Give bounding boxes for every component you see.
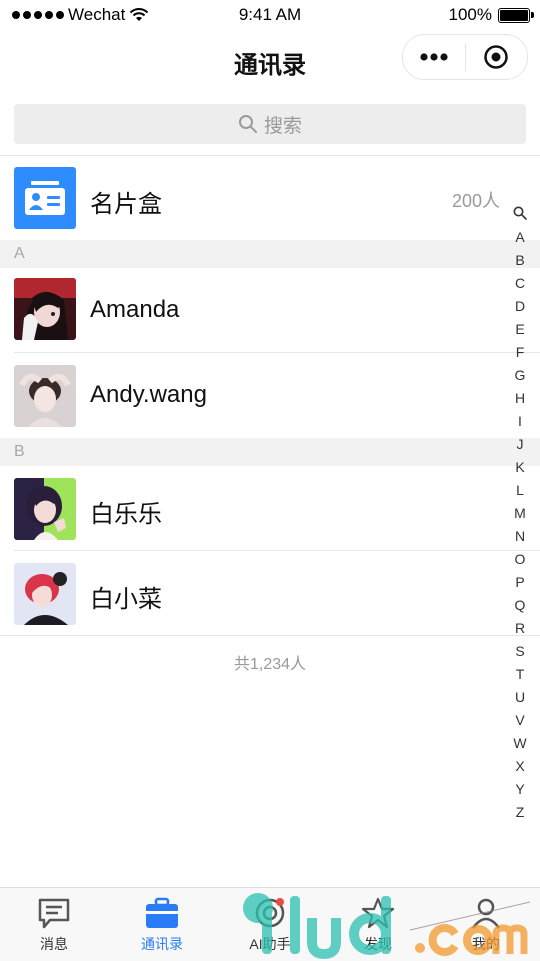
battery-percent: 100% [448, 5, 492, 24]
index-letter[interactable]: O [515, 548, 526, 571]
contact-name: Amanda [90, 296, 180, 323]
more-button[interactable] [403, 35, 465, 79]
index-letter[interactable]: Q [515, 594, 526, 617]
card-box-count: 200人 [451, 191, 500, 211]
discover-icon [361, 897, 395, 929]
index-letter[interactable]: P [515, 571, 524, 594]
battery-info: 100% [448, 5, 534, 25]
index-letter[interactable]: U [515, 686, 525, 709]
index-letter[interactable]: C [515, 272, 525, 295]
index-letter[interactable]: B [515, 249, 524, 272]
status-bar: Wechat 9:41 AM 100% [0, 0, 540, 30]
contact-name: Andy.wang [90, 381, 207, 408]
contact-row[interactable]: 白小菜 [0, 551, 540, 635]
index-letter[interactable]: E [515, 318, 524, 341]
index-letter[interactable]: Y [515, 778, 524, 801]
contact-card-icon [14, 167, 76, 229]
close-program-button[interactable] [466, 35, 528, 79]
index-letter[interactable]: X [515, 755, 524, 778]
target-circle-icon [484, 45, 508, 69]
index-letter[interactable]: L [516, 479, 524, 502]
section-header-b: B [0, 438, 540, 466]
tab-contacts[interactable]: 通讯录 [108, 888, 216, 961]
index-letter[interactable]: S [515, 640, 524, 663]
index-letter[interactable]: H [515, 387, 525, 410]
message-icon [38, 898, 70, 929]
tab-ai-assistant[interactable]: AI助手 [216, 888, 324, 961]
search-icon [238, 115, 257, 133]
ai-assistant-icon [255, 898, 285, 928]
contact-name: 白乐乐 [90, 501, 162, 528]
avatar [14, 278, 76, 340]
tab-bar: 消息 通讯录 AI助手 发现 我的 [0, 887, 540, 961]
index-letter[interactable]: V [515, 709, 524, 732]
navigation-bar: 通讯录 [0, 30, 540, 92]
card-box-label: 名片盒 [90, 191, 162, 218]
contact-row[interactable]: 白乐乐 [0, 466, 540, 551]
battery-icon [498, 7, 534, 23]
mini-program-capsule [402, 34, 528, 80]
index-letter[interactable]: A [515, 226, 524, 249]
tab-label: AI助手 [249, 936, 291, 952]
index-letter[interactable]: I [518, 410, 522, 433]
tab-label: 通讯录 [141, 936, 183, 952]
more-dots-icon [420, 53, 448, 61]
tab-profile[interactable]: 我的 [432, 888, 540, 961]
index-letter[interactable]: Z [516, 801, 525, 824]
tab-label: 发现 [364, 936, 392, 952]
total-count: 共1,234人 [233, 656, 307, 673]
index-letter[interactable]: G [515, 364, 526, 387]
section-header-a: A [0, 240, 540, 268]
avatar [14, 365, 76, 427]
tab-messages[interactable]: 消息 [0, 888, 108, 961]
search-icon[interactable] [513, 206, 527, 220]
index-letter[interactable]: D [515, 295, 525, 318]
tab-label: 我的 [472, 936, 500, 952]
index-letter[interactable]: R [515, 617, 525, 640]
index-letter[interactable]: T [516, 663, 525, 686]
index-letter[interactable]: N [515, 525, 525, 548]
profile-icon [471, 898, 501, 929]
card-box-row[interactable]: 名片盒 200人 [0, 156, 540, 240]
avatar [14, 478, 76, 540]
index-letter[interactable]: F [516, 341, 525, 364]
contact-name: 白小菜 [90, 586, 162, 613]
search-placeholder: 搜索 [263, 115, 302, 137]
alphabet-index[interactable]: ABCDEFGHIJKLMNOPQRSTUVWXYZ [510, 206, 530, 824]
list-end-divider [0, 635, 540, 636]
search-input[interactable]: 搜索 [14, 104, 526, 144]
avatar [14, 563, 76, 625]
tab-discover[interactable]: 发现 [324, 888, 432, 961]
index-letter[interactable]: M [514, 502, 526, 525]
index-letter[interactable]: J [517, 433, 524, 456]
contact-row[interactable]: Amanda [0, 268, 540, 353]
briefcase-icon [146, 897, 178, 928]
search-area: 搜索 [0, 92, 540, 156]
index-letter[interactable]: W [513, 732, 526, 755]
tab-label: 消息 [40, 936, 68, 952]
contact-row[interactable]: Andy.wang [0, 353, 540, 438]
index-letter[interactable]: K [515, 456, 524, 479]
